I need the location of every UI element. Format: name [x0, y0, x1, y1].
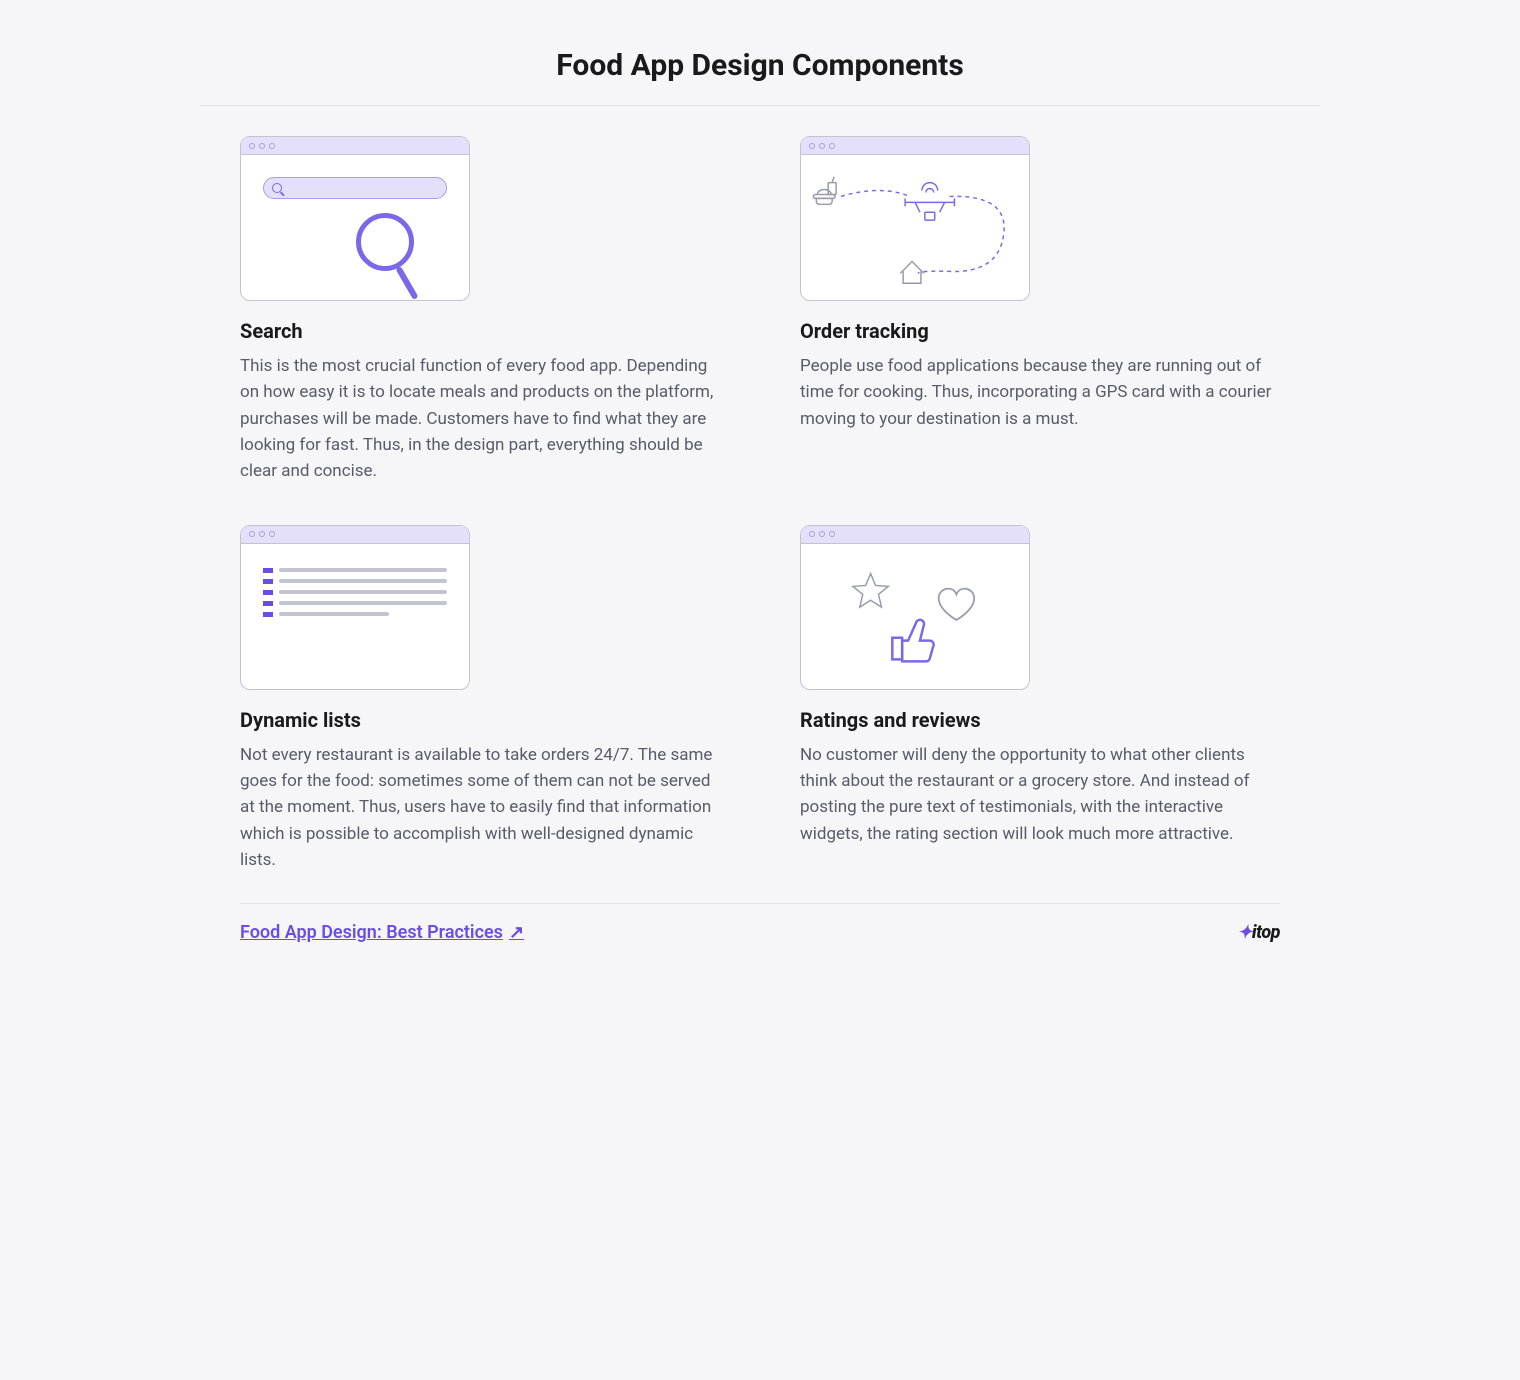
mockup-lists: [240, 525, 470, 690]
card-title: Order tracking: [800, 319, 1280, 343]
mockup-titlebar: [801, 526, 1029, 544]
card-description: People use food applications because the…: [800, 353, 1280, 432]
best-practices-link[interactable]: Food App Design: Best Practices ↗: [240, 922, 524, 943]
page-container: Food App Design Components Search: [200, 20, 1320, 943]
footer: Food App Design: Best Practices ↗ ✦itop: [240, 903, 1280, 943]
card-description: No customer will deny the opportunity to…: [800, 742, 1280, 847]
house-icon: [900, 262, 924, 284]
card-search: Search This is the most crucial function…: [240, 136, 720, 485]
card-ratings-reviews: Ratings and reviews No customer will den…: [800, 525, 1280, 874]
card-title: Ratings and reviews: [800, 708, 1280, 732]
components-grid: Search This is the most crucial function…: [200, 106, 1320, 893]
external-link-icon: ↗: [509, 922, 524, 943]
drone-icon: [905, 183, 954, 220]
card-description: Not every restaurant is available to tak…: [240, 742, 720, 874]
search-icon: [272, 183, 282, 193]
mockup-titlebar: [801, 137, 1029, 155]
search-input-illustration: [263, 177, 447, 199]
card-title: Search: [240, 319, 720, 343]
mockup-search: [240, 136, 470, 301]
food-icon: [813, 177, 836, 205]
mockup-tracking: [800, 136, 1030, 301]
tracking-illustration: [801, 155, 1029, 300]
footer-link-label: Food App Design: Best Practices: [240, 922, 503, 943]
list-illustration: [263, 568, 447, 617]
card-order-tracking: Order tracking People use food applicati…: [800, 136, 1280, 485]
mockup-titlebar: [241, 526, 469, 544]
magnifier-icon: [356, 213, 414, 271]
heart-icon: [939, 588, 975, 619]
star-icon: [853, 573, 889, 607]
mockup-ratings: [800, 525, 1030, 690]
card-title: Dynamic lists: [240, 708, 720, 732]
thumbs-up-icon: [892, 620, 933, 662]
mockup-titlebar: [241, 137, 469, 155]
logo: ✦itop: [1237, 922, 1280, 943]
card-dynamic-lists: Dynamic lists Not every restaurant is av…: [240, 525, 720, 874]
card-description: This is the most crucial function of eve…: [240, 353, 720, 485]
page-title: Food App Design Components: [200, 20, 1320, 106]
ratings-illustration: [801, 544, 1029, 689]
